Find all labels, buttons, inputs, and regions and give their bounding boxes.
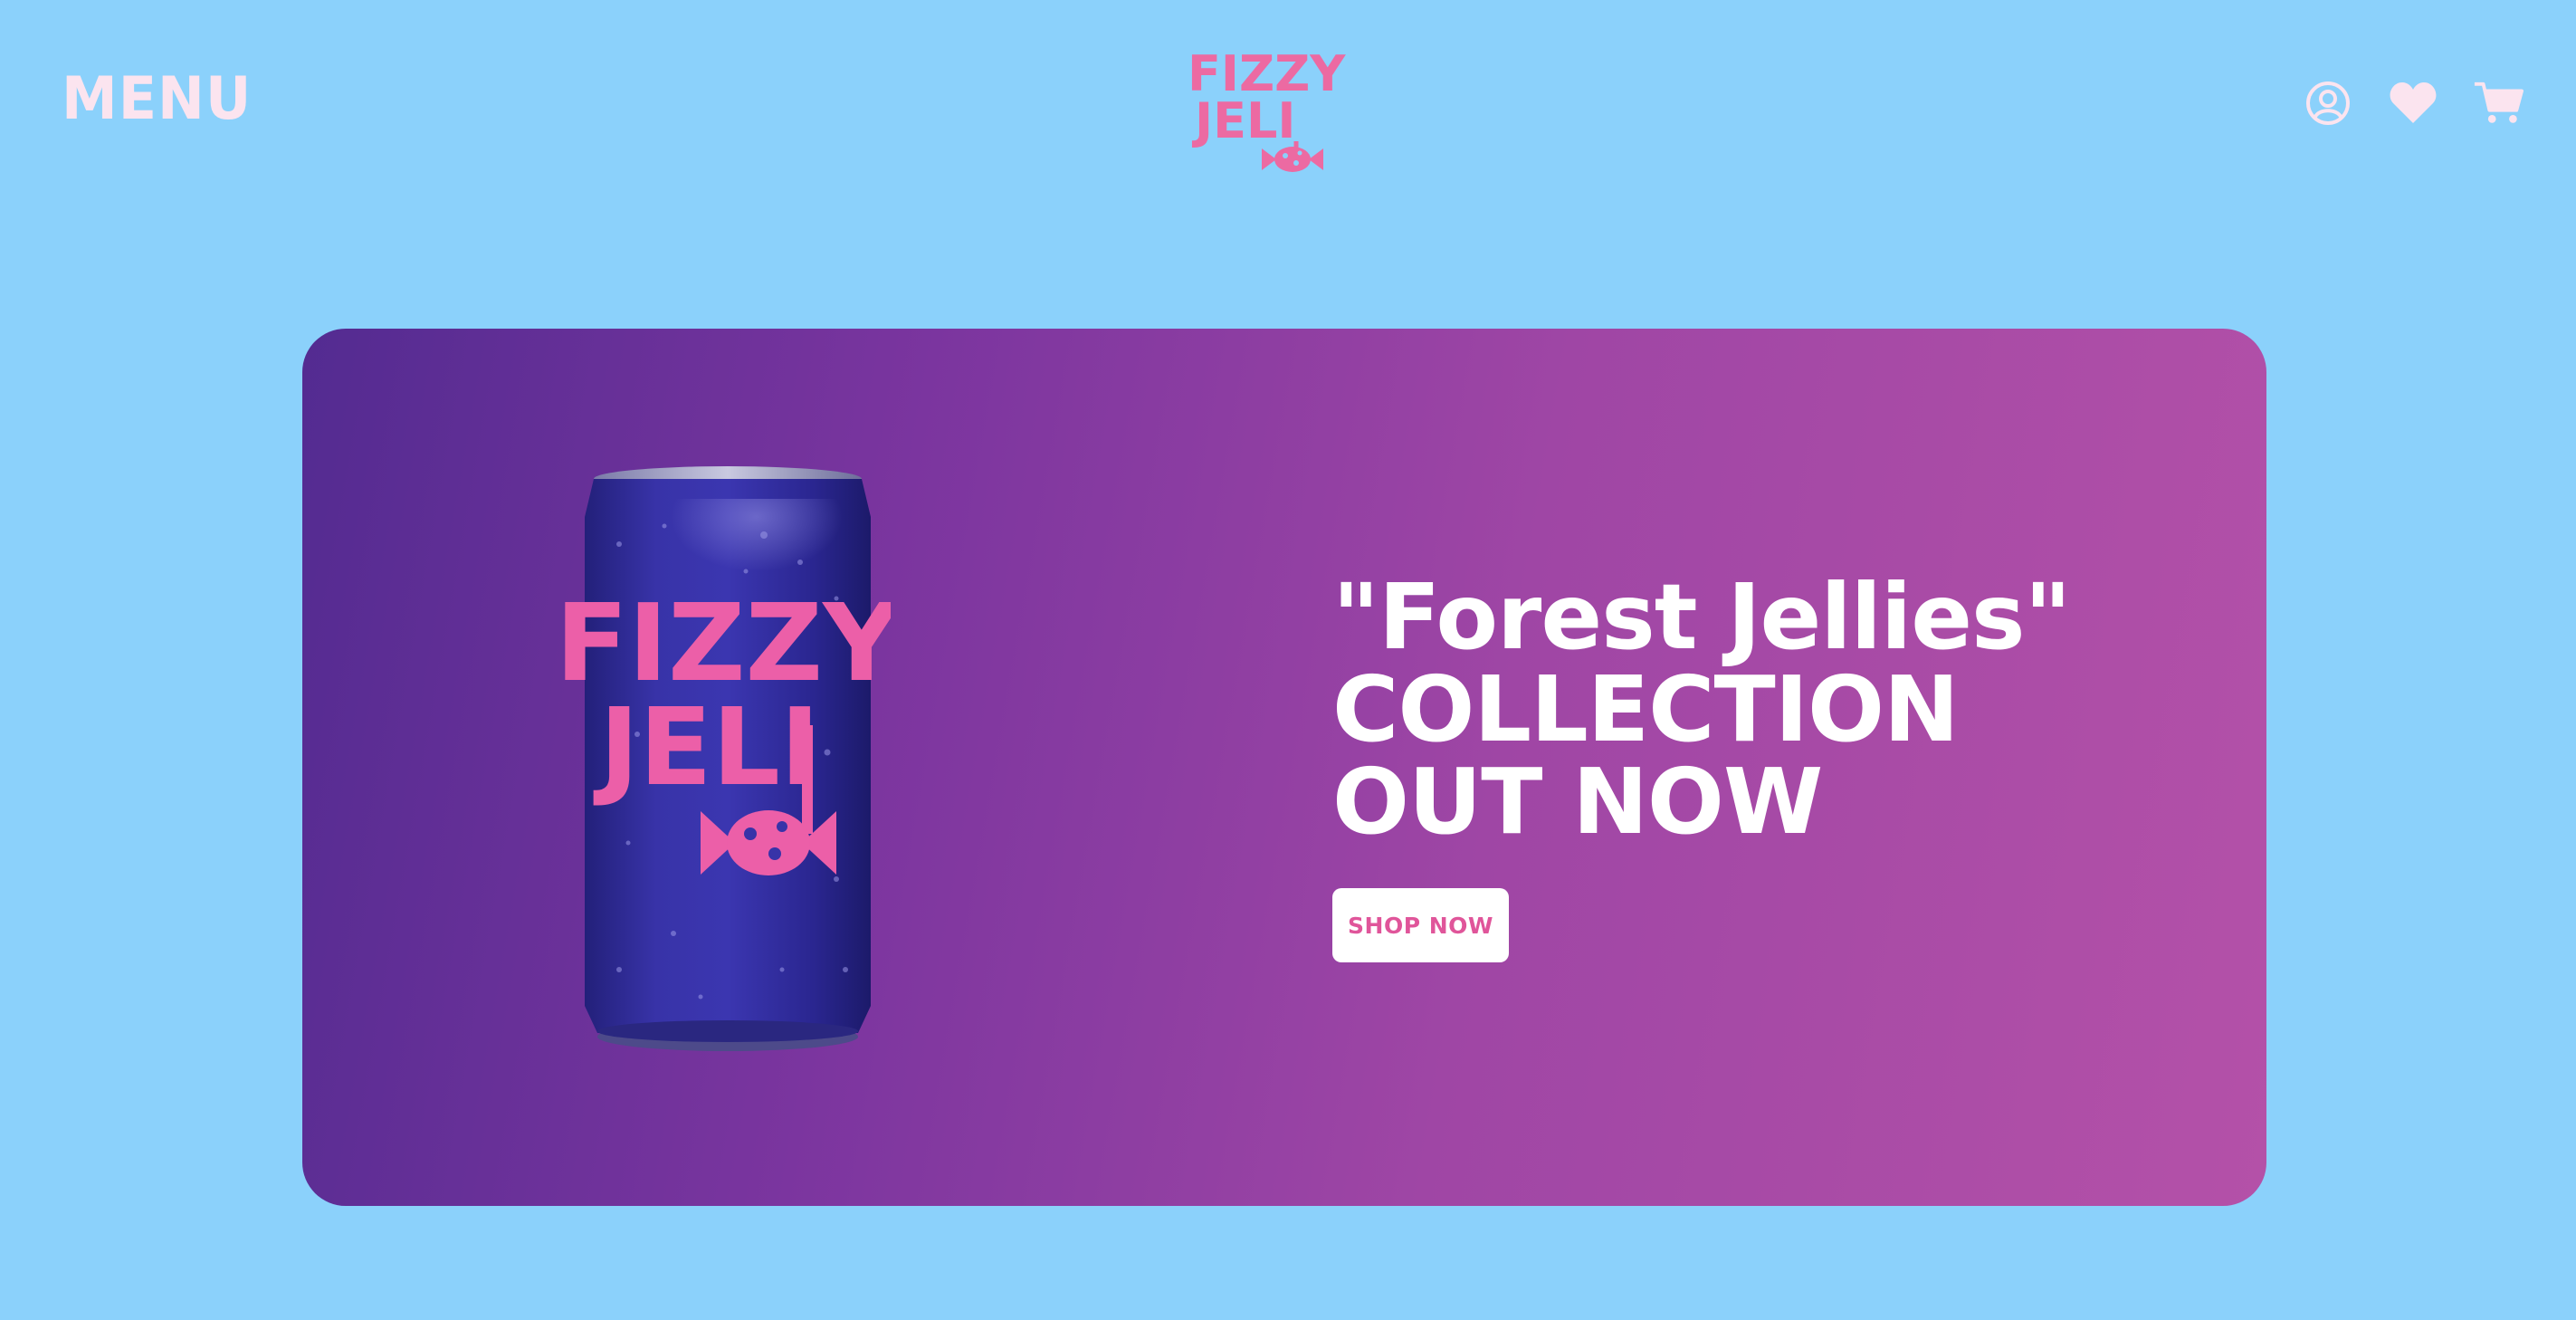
logo-text-line1: FIZZY (1188, 45, 1346, 102)
headline-line-2: COLLECTION (1332, 656, 1960, 762)
soda-can-image: FIZZY JELI (565, 466, 891, 1051)
can-brand-line2: JELI (593, 684, 820, 809)
shop-now-button[interactable]: SHOP NOW (1332, 888, 1509, 962)
hero-headline: "Forest Jellies" COLLECTION OUT NOW (1332, 564, 2072, 855)
heart-icon[interactable] (2388, 78, 2438, 129)
hero-banner: FIZZY JELI "Forest Jellies" COLLECTION O… (302, 329, 2266, 1206)
candy-icon (1262, 141, 1323, 172)
cart-icon[interactable] (2473, 78, 2524, 129)
account-icon[interactable] (2303, 78, 2353, 129)
menu-button[interactable]: MENU (62, 69, 252, 128)
logo-text-line2: JELI (1195, 92, 1296, 149)
brand-logo[interactable]: FIZZY JELI (1188, 45, 1346, 177)
header-icons (2303, 78, 2524, 129)
page: MENU FIZZY JELI FIZZY JELI "Forest Jelli… (0, 0, 2576, 1320)
headline-line-1: "Forest Jellies" (1332, 564, 2072, 670)
headline-line-3: OUT NOW (1332, 749, 1823, 855)
